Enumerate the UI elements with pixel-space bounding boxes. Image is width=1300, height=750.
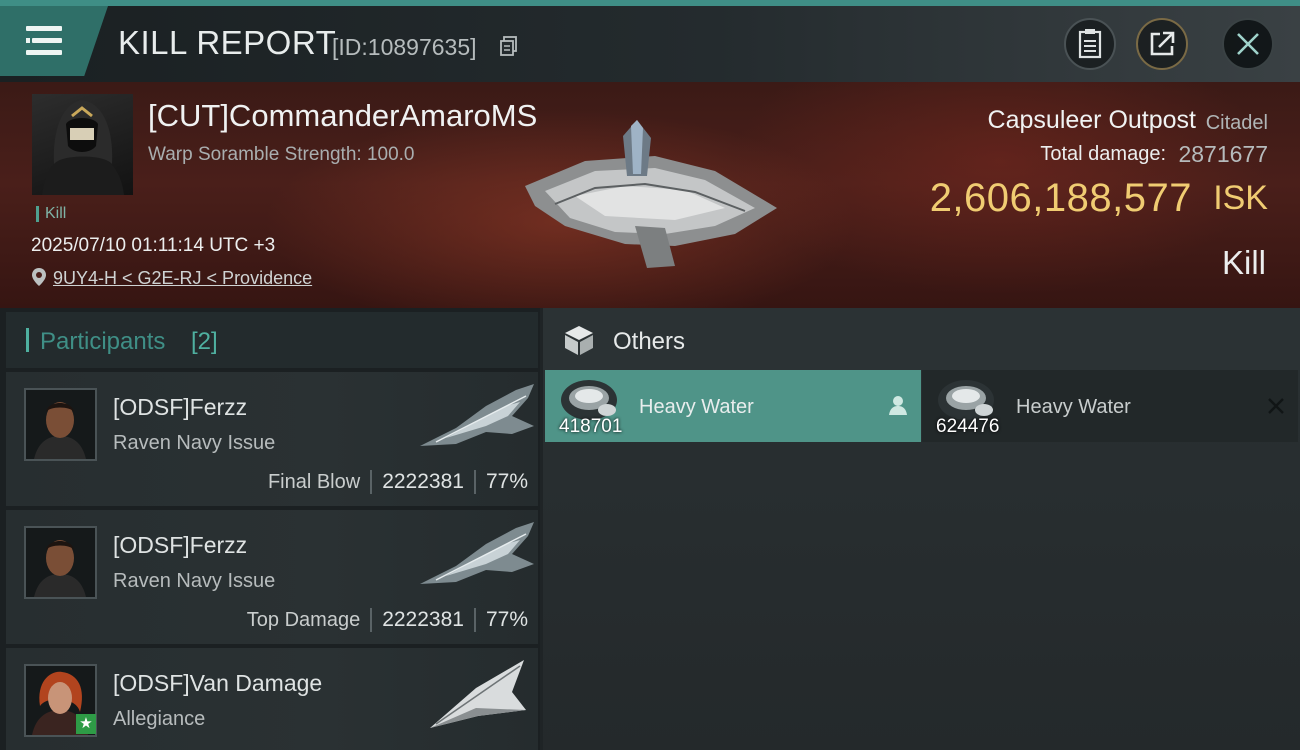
- menu-icon-dot: [26, 38, 30, 43]
- victim-portrait-image: [42, 100, 124, 195]
- participant-stats: Top Damage 2222381 77%: [247, 608, 528, 632]
- participant-name[interactable]: [ODSF]Ferzz: [113, 394, 247, 421]
- location-pin-icon: [32, 268, 46, 286]
- isk-unit: ISK: [1213, 179, 1268, 217]
- participant-card[interactable]: ★ [ODSF]Van Damage Allegiance: [6, 648, 538, 750]
- participant-stats: Final Blow 2222381 77%: [268, 470, 528, 494]
- participant-ship: Raven Navy Issue: [113, 570, 276, 592]
- isk-value: 2,606,188,577: [929, 176, 1192, 220]
- avatar[interactable]: [24, 388, 97, 461]
- menu-icon-bar: [26, 50, 62, 55]
- copy-icon[interactable]: [500, 36, 518, 56]
- participant-ship-image: [420, 384, 534, 446]
- avatar[interactable]: [24, 526, 97, 599]
- star-icon: ★: [76, 714, 96, 734]
- stat-divider: [473, 608, 476, 632]
- participant-damage: 2222381: [382, 608, 464, 631]
- participant-ship: Raven Navy Issue: [113, 432, 276, 454]
- participant-ship: Allegiance: [113, 708, 206, 730]
- participant-ship-image: [430, 660, 526, 728]
- target-type: Citadel: [1205, 112, 1268, 134]
- header-bar: KILL REPORT [ID:10897635]: [0, 6, 1300, 82]
- participants-accent: [26, 328, 29, 352]
- participant-name[interactable]: [ODSF]Ferzz: [113, 532, 247, 559]
- notes-button[interactable]: [1064, 18, 1116, 70]
- participants-panel: Participants [2] [ODSF]Ferzz Raven Navy …: [0, 308, 540, 750]
- notes-icon: [1078, 29, 1102, 59]
- participant-percent: 77%: [485, 470, 528, 493]
- page-title: KILL REPORT: [118, 24, 337, 61]
- participant-role: Top Damage: [246, 608, 361, 631]
- share-icon: [1150, 31, 1175, 56]
- menu-button[interactable]: [0, 6, 108, 76]
- person-icon[interactable]: [887, 394, 909, 416]
- participant-role: Final Blow: [267, 470, 361, 493]
- participant-percent: 77%: [485, 608, 528, 631]
- others-panel: Others 418701 Heavy Water 624476 Heavy W…: [543, 308, 1300, 750]
- participant-portrait: [26, 528, 95, 597]
- participant-name[interactable]: [ODSF]Van Damage: [113, 670, 322, 697]
- menu-icon: [26, 26, 62, 31]
- kill-timestamp: 2025/07/10 01:11:14 UTC +3: [31, 235, 276, 256]
- location-link[interactable]: 9UY4-H < G2E-RJ < Providence: [53, 268, 312, 289]
- kill-tag: Kill: [36, 206, 66, 222]
- item-name: Heavy Water: [1016, 396, 1131, 418]
- target-name: Capsuleer Outpost: [987, 106, 1196, 134]
- others-header: Others: [543, 308, 1300, 370]
- participants-header[interactable]: Participants [2]: [6, 312, 538, 368]
- cargo-item[interactable]: 418701 Heavy Water: [545, 370, 921, 442]
- menu-icon-bar: [32, 38, 62, 43]
- stat-divider: [473, 470, 476, 494]
- participant-portrait: [26, 390, 95, 459]
- share-button[interactable]: [1136, 18, 1188, 70]
- report-id: [ID:10897635]: [332, 34, 477, 60]
- close-icon: [1237, 33, 1259, 55]
- stat-divider: [370, 608, 373, 632]
- item-name: Heavy Water: [639, 396, 754, 418]
- participant-card[interactable]: [ODSF]Ferzz Raven Navy Issue Top Damage …: [6, 510, 538, 644]
- participant-damage: 2222381: [382, 470, 464, 493]
- others-title: Others: [613, 328, 686, 355]
- item-quantity: 624476: [936, 416, 1000, 437]
- structure-image: [525, 120, 777, 268]
- item-quantity: 418701: [559, 416, 623, 437]
- total-damage-label: Total damage:: [1040, 143, 1166, 165]
- participant-card[interactable]: [ODSF]Ferzz Raven Navy Issue Final Blow …: [6, 372, 538, 506]
- victim-avatar[interactable]: [32, 94, 133, 195]
- warp-scramble-strength: Warp Soramble Strength: 100.0: [148, 144, 415, 165]
- participants-count: [2]: [191, 328, 218, 355]
- cargo-item[interactable]: 624476 Heavy Water: [922, 370, 1298, 442]
- cube-icon: [565, 326, 593, 355]
- kill-summary-banner: [CUT]CommanderAmaroMS Warp Soramble Stre…: [0, 82, 1300, 308]
- stat-divider: [370, 470, 373, 494]
- total-damage-value: 2871677: [1178, 141, 1268, 167]
- participants-title: Participants: [40, 328, 166, 355]
- close-button[interactable]: [1222, 18, 1274, 70]
- participant-ship-image: [420, 522, 534, 584]
- result-label: Kill: [1221, 244, 1266, 281]
- victim-name[interactable]: [CUT]CommanderAmaroMS: [148, 98, 537, 134]
- x-icon[interactable]: [1266, 396, 1286, 416]
